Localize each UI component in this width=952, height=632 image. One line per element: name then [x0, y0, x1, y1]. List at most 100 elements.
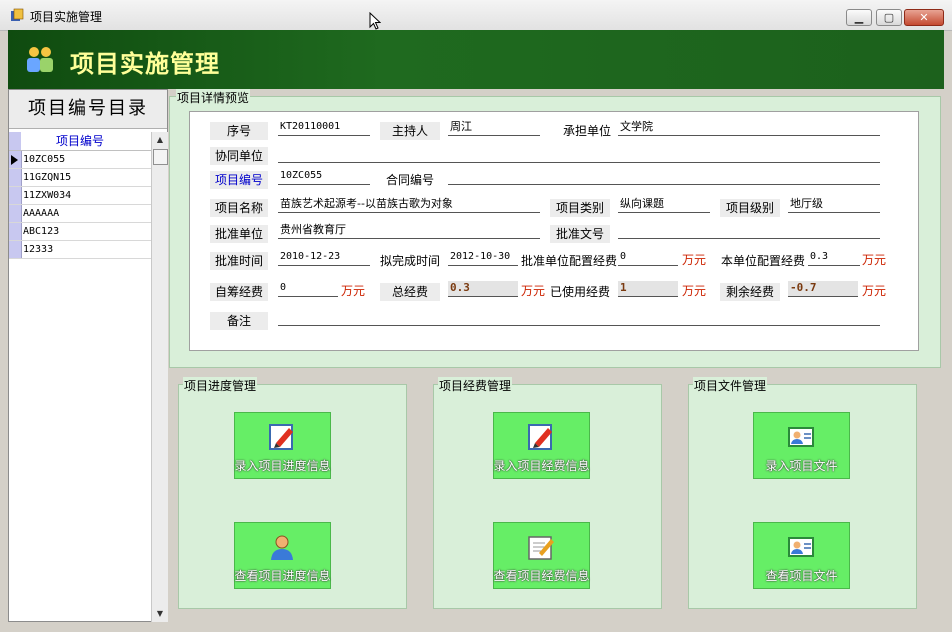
remain-fund-label: 剩余经费: [720, 283, 780, 301]
local-fund-label: 本单位配置经费: [718, 252, 808, 270]
add-progress-button[interactable]: 录入项目进度信息: [234, 412, 331, 479]
list-item[interactable]: AAAAAA: [9, 205, 151, 223]
docno-value: [618, 223, 880, 239]
approve-fund-unit: 万元: [682, 253, 707, 267]
user-icon: [271, 535, 293, 560]
list-item[interactable]: ABC123: [9, 223, 151, 241]
total-fund-unit: 万元: [521, 284, 546, 298]
progress-management-group: 项目进度管理 录入项目进度信息 查看项目进度信息: [178, 377, 407, 609]
add-progress-label: 录入项目进度信息: [234, 459, 331, 473]
view-funding-label: 查看项目经费信息: [493, 569, 590, 583]
note-label: 备注: [210, 312, 268, 330]
note-value: [278, 310, 880, 326]
scroll-down-icon[interactable]: ▼: [152, 606, 168, 622]
contract-label: 合同编号: [380, 171, 440, 189]
approve-fund-value: 0: [618, 250, 678, 266]
approve-time-label: 批准时间: [210, 252, 268, 270]
scroll-up-icon[interactable]: ▲: [152, 132, 168, 148]
approver-label: 批准单位: [210, 225, 268, 243]
notepad-edit-icon: [528, 536, 554, 560]
add-funding-button[interactable]: 录入项目经费信息: [493, 412, 590, 479]
funding-management-group: 项目经费管理 录入项目经费信息 查看项目经费信息: [433, 377, 662, 609]
app-icon: [11, 8, 24, 21]
contact-card-icon: [788, 427, 814, 447]
docno-label: 批准文号: [550, 225, 610, 243]
preview-legend: 项目详情预览: [176, 89, 251, 106]
list-item[interactable]: 12333: [9, 241, 151, 259]
approve-time-value: 2010-12-23: [278, 250, 370, 266]
banner-title: 项目实施管理: [70, 50, 220, 78]
contract-value: [448, 169, 880, 185]
row-pointer-icon: [11, 155, 18, 165]
view-progress-label: 查看项目进度信息: [234, 569, 331, 583]
project-number-panel: 项目编号目录 项目编号 10ZC055 11GZQN15 11ZXW034 AA…: [8, 89, 168, 622]
view-file-label: 查看项目文件: [765, 569, 838, 583]
progress-legend: 项目进度管理: [183, 377, 258, 394]
name-value: 苗族艺术起源考--以苗族古歌为对象: [278, 197, 540, 213]
finish-time-label: 拟完成时间: [378, 252, 442, 270]
funding-legend: 项目经费管理: [438, 377, 513, 394]
seq-value: KT20110001: [278, 120, 370, 136]
list-item[interactable]: 11GZQN15: [9, 169, 151, 187]
remain-fund-unit: 万元: [862, 284, 887, 298]
project-detail-preview: 项目详情预览 序号 KT20110001 主持人 周江 承担单位 文学院 协同单…: [169, 89, 941, 368]
view-progress-button[interactable]: 查看项目进度信息: [234, 522, 331, 589]
local-fund-unit: 万元: [862, 253, 887, 267]
maximize-icon: ▢: [883, 11, 895, 24]
total-fund-value: 0.3: [448, 281, 518, 297]
approve-fund-label: 批准单位配置经费: [520, 252, 618, 270]
coop-label: 协同单位: [210, 147, 268, 165]
maximize-button[interactable]: ▢: [876, 9, 902, 26]
add-funding-label: 录入项目经费信息: [493, 459, 590, 473]
finish-time-value: 2012-10-30: [448, 250, 518, 266]
close-button[interactable]: ✕: [904, 9, 944, 26]
mouse-cursor-icon: [369, 12, 381, 30]
file-management-group: 项目文件管理 录入项目文件 查看项目文件: [688, 377, 917, 609]
projno-value: 10ZC055: [278, 169, 370, 185]
self-fund-value: 0: [278, 281, 338, 297]
total-fund-label: 总经费: [380, 283, 440, 301]
directory-title: 项目编号目录: [9, 90, 167, 129]
self-fund-label: 自筹经费: [210, 283, 268, 301]
seq-label: 序号: [210, 122, 268, 140]
edit-document-icon: [269, 424, 293, 450]
window-titlebar[interactable]: 项目实施管理 ▁ ▢ ✕: [0, 0, 952, 31]
category-value: 纵向课题: [618, 197, 710, 213]
files-legend: 项目文件管理: [693, 377, 768, 394]
minimize-icon: ▁: [854, 11, 864, 24]
list-item[interactable]: 10ZC055: [9, 151, 151, 169]
projno-label: 项目编号: [210, 171, 268, 189]
category-label: 项目类别: [550, 199, 610, 217]
host-value: 周江: [448, 120, 540, 136]
local-fund-value: 0.3: [808, 250, 860, 266]
add-file-button[interactable]: 录入项目文件: [753, 412, 850, 479]
undertaker-value: 文学院: [618, 120, 880, 136]
undertaker-label: 承担单位: [558, 122, 616, 140]
contact-card-icon: [788, 537, 814, 557]
grid-column-header[interactable]: 项目编号: [9, 132, 151, 151]
level-label: 项目级别: [720, 199, 780, 217]
coop-value: [278, 147, 880, 163]
scroll-thumb[interactable]: [153, 149, 168, 165]
self-fund-unit: 万元: [341, 284, 366, 298]
team-icon: [27, 47, 53, 72]
header-banner: 项目实施管理: [8, 30, 944, 89]
vertical-scrollbar[interactable]: ▲ ▼: [151, 132, 168, 622]
used-fund-value: 1: [618, 281, 678, 297]
list-item[interactable]: 11ZXW034: [9, 187, 151, 205]
view-funding-button[interactable]: 查看项目经费信息: [493, 522, 590, 589]
close-icon: ✕: [919, 11, 929, 24]
approver-value: 贵州省教育厅: [278, 223, 540, 239]
add-file-label: 录入项目文件: [765, 459, 838, 473]
host-label: 主持人: [380, 122, 440, 140]
edit-document-icon: [528, 424, 552, 450]
project-number-grid[interactable]: 项目编号 10ZC055 11GZQN15 11ZXW034 AAAAAA AB…: [9, 132, 151, 259]
used-fund-label: 已使用经费: [548, 283, 612, 301]
remain-fund-value: -0.7: [788, 281, 858, 297]
name-label: 项目名称: [210, 199, 268, 217]
level-value: 地厅级: [788, 197, 880, 213]
minimize-button[interactable]: ▁: [846, 9, 872, 26]
window-title: 项目实施管理: [30, 10, 103, 24]
detail-card: 序号 KT20110001 主持人 周江 承担单位 文学院 协同单位 项目编号 …: [189, 111, 919, 351]
view-file-button[interactable]: 查看项目文件: [753, 522, 850, 589]
